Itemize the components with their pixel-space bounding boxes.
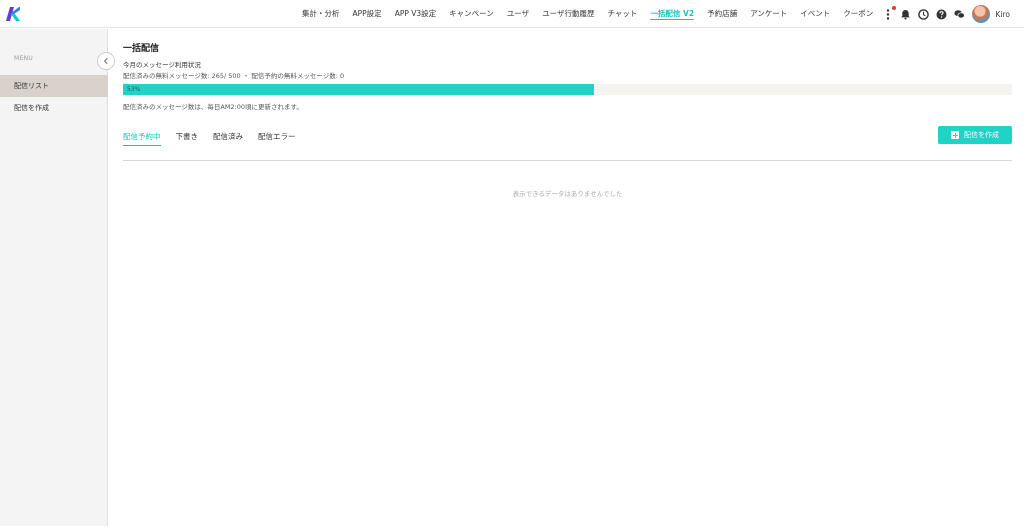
usage-progress-fill	[123, 84, 595, 95]
nav-item-users[interactable]: ユーザ	[507, 0, 529, 28]
nav-item-analytics[interactable]: 集計・分析	[302, 0, 340, 28]
nav-item-survey[interactable]: アンケート	[750, 0, 787, 28]
usage-update-note: 配信済みのメッセージ数は、毎日AM2:00頃に更新されます。	[123, 103, 303, 111]
user-avatar[interactable]	[972, 5, 991, 23]
usage-heading: 今月のメッセージ利用状況	[123, 61, 201, 69]
top-icon-group: Kiro	[882, 0, 1024, 28]
app-logo[interactable]	[5, 6, 21, 22]
tab-drafts[interactable]: 下書き	[176, 131, 199, 147]
content-divider	[123, 160, 1012, 161]
main-nav: 集計・分析 APP設定 APP V3設定 キャンペーン ユーザ ユーザ行動履歴 …	[302, 0, 886, 28]
nav-item-reservation-store[interactable]: 予約店舗	[707, 0, 737, 28]
nav-item-user-activity[interactable]: ユーザ行動履歴	[542, 0, 594, 28]
sidebar-item-broadcast-list[interactable]: 配信リスト	[0, 75, 108, 97]
empty-state-message: 表示できるデータはありませんでした	[512, 190, 623, 198]
chevron-left-icon	[103, 57, 108, 65]
tab-errors[interactable]: 配信エラー	[258, 131, 296, 147]
create-broadcast-button[interactable]: 配信を作成	[938, 126, 1012, 144]
page-title: 一括配信	[123, 44, 160, 54]
nav-item-chat[interactable]: チャット	[608, 0, 638, 28]
usage-progress-label: 53%	[127, 86, 141, 93]
top-navbar: 集計・分析 APP設定 APP V3設定 キャンペーン ユーザ ユーザ行動履歴 …	[0, 0, 1024, 28]
nav-item-broadcast-v2[interactable]: 一括配信 V2	[650, 0, 694, 28]
nav-item-app-v3-settings[interactable]: APP V3設定	[395, 0, 436, 28]
notification-badge	[892, 5, 897, 10]
usage-progress-bar: 53%	[123, 84, 1012, 95]
tab-scheduled[interactable]: 配信予約中	[123, 131, 161, 147]
create-broadcast-button-label: 配信を作成	[964, 131, 999, 139]
usage-summary: 配信済みの無料メッセージ数: 265/ 500 ・ 配信予約の無料メッセージ数:…	[123, 72, 345, 80]
status-tabs: 配信予約中 下書き 配信済み 配信エラー	[123, 131, 311, 147]
clock-icon[interactable]	[918, 8, 930, 20]
sidebar: MENU 配信リスト 配信を作成	[0, 29, 115, 526]
sidebar-menu-label: MENU	[14, 55, 34, 62]
sidebar-item-create-broadcast[interactable]: 配信を作成	[0, 97, 108, 119]
sidebar-collapse-button[interactable]	[97, 52, 115, 70]
nav-item-coupon[interactable]: クーポン	[843, 0, 873, 28]
bell-icon[interactable]	[900, 9, 911, 20]
nav-item-event[interactable]: イベント	[800, 0, 830, 28]
nav-item-campaign[interactable]: キャンペーン	[449, 0, 494, 28]
nav-item-app-settings[interactable]: APP設定	[353, 0, 382, 28]
plus-square-icon	[951, 131, 959, 139]
tab-sent[interactable]: 配信済み	[213, 131, 243, 147]
help-icon[interactable]	[936, 9, 947, 20]
user-name[interactable]: Kiro	[995, 10, 1010, 19]
more-vertical-icon[interactable]	[882, 5, 897, 20]
chat-icon[interactable]	[954, 9, 966, 20]
